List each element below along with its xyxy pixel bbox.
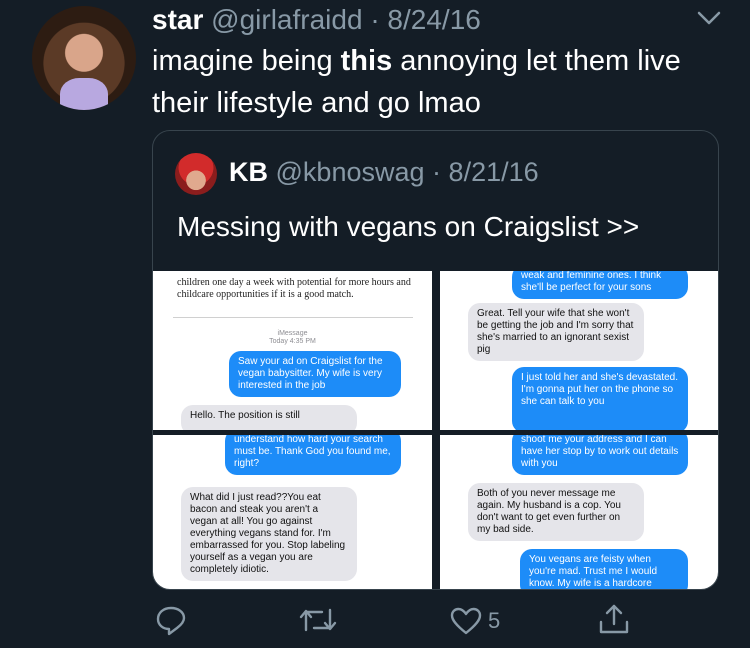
screenshot-3[interactable]: understand how hard your search must be.… <box>153 435 432 589</box>
quoted-name: KB <box>229 157 268 187</box>
message-sent: weak and feminine ones. I think she'll b… <box>512 271 688 299</box>
author-handle[interactable]: @girlafraidd <box>211 4 362 35</box>
message-sent: understand how hard your search must be.… <box>225 435 401 475</box>
screenshot-1[interactable]: children one day a week with potential f… <box>153 271 432 430</box>
tweet-header: star @girlafraidd · 8/24/16 <box>152 4 481 36</box>
author-avatar[interactable] <box>32 6 136 110</box>
imessage-time: Today 4:35 PM <box>269 338 316 345</box>
chevron-down-icon[interactable] <box>696 8 722 28</box>
media-grid: children one day a week with potential f… <box>153 271 718 589</box>
craigslist-ad-text: children one day a week with potential f… <box>177 277 411 300</box>
tweet-date[interactable]: 8/24/16 <box>387 4 480 35</box>
reply-icon[interactable] <box>155 604 187 636</box>
message-sent: You vegans are feisty when you're mad. T… <box>520 549 688 589</box>
tweet-text: imagine being this annoying let them liv… <box>152 40 732 124</box>
divider <box>173 317 413 318</box>
avatar-shirt <box>60 78 108 110</box>
tweet-text-start: imagine being <box>152 45 341 77</box>
message-received: Both of you never message me again. My h… <box>468 483 644 541</box>
quoted-separator: · <box>432 157 442 187</box>
message-sent: I just told her and she's devastated. I'… <box>512 367 688 430</box>
quoted-handle: @kbnoswag <box>275 157 425 187</box>
tweet-text-bold: this <box>340 45 393 77</box>
screenshot-4[interactable]: shoot me your address and I can have her… <box>440 435 718 589</box>
share-icon[interactable] <box>597 602 631 636</box>
message-sent: Saw your ad on Craigslist for the vegan … <box>229 351 401 397</box>
separator-dot: · <box>370 4 380 35</box>
author-name[interactable]: star <box>152 4 203 35</box>
quoted-header: KB @kbnoswag · 8/21/16 <box>229 157 539 188</box>
message-sent: shoot me your address and I can have her… <box>512 435 688 475</box>
quoted-text: Messing with vegans on Craigslist >> <box>177 211 640 242</box>
quoted-avatar <box>175 153 217 195</box>
like-count: 5 <box>488 608 501 633</box>
quoted-date: 8/21/16 <box>448 157 539 187</box>
message-received: What did I just read??You eat bacon and … <box>181 487 357 581</box>
message-received: Great. Tell your wife that she won't be … <box>468 303 644 361</box>
heart-icon[interactable] <box>450 607 482 635</box>
screenshot-2[interactable]: weak and feminine ones. I think she'll b… <box>440 271 718 430</box>
tweet-actions <box>0 600 750 640</box>
message-received: Hello. The position is still <box>181 405 357 430</box>
quoted-tweet[interactable]: KB @kbnoswag · 8/21/16 Messing with vega… <box>152 130 719 590</box>
retweet-icon[interactable] <box>298 606 338 634</box>
